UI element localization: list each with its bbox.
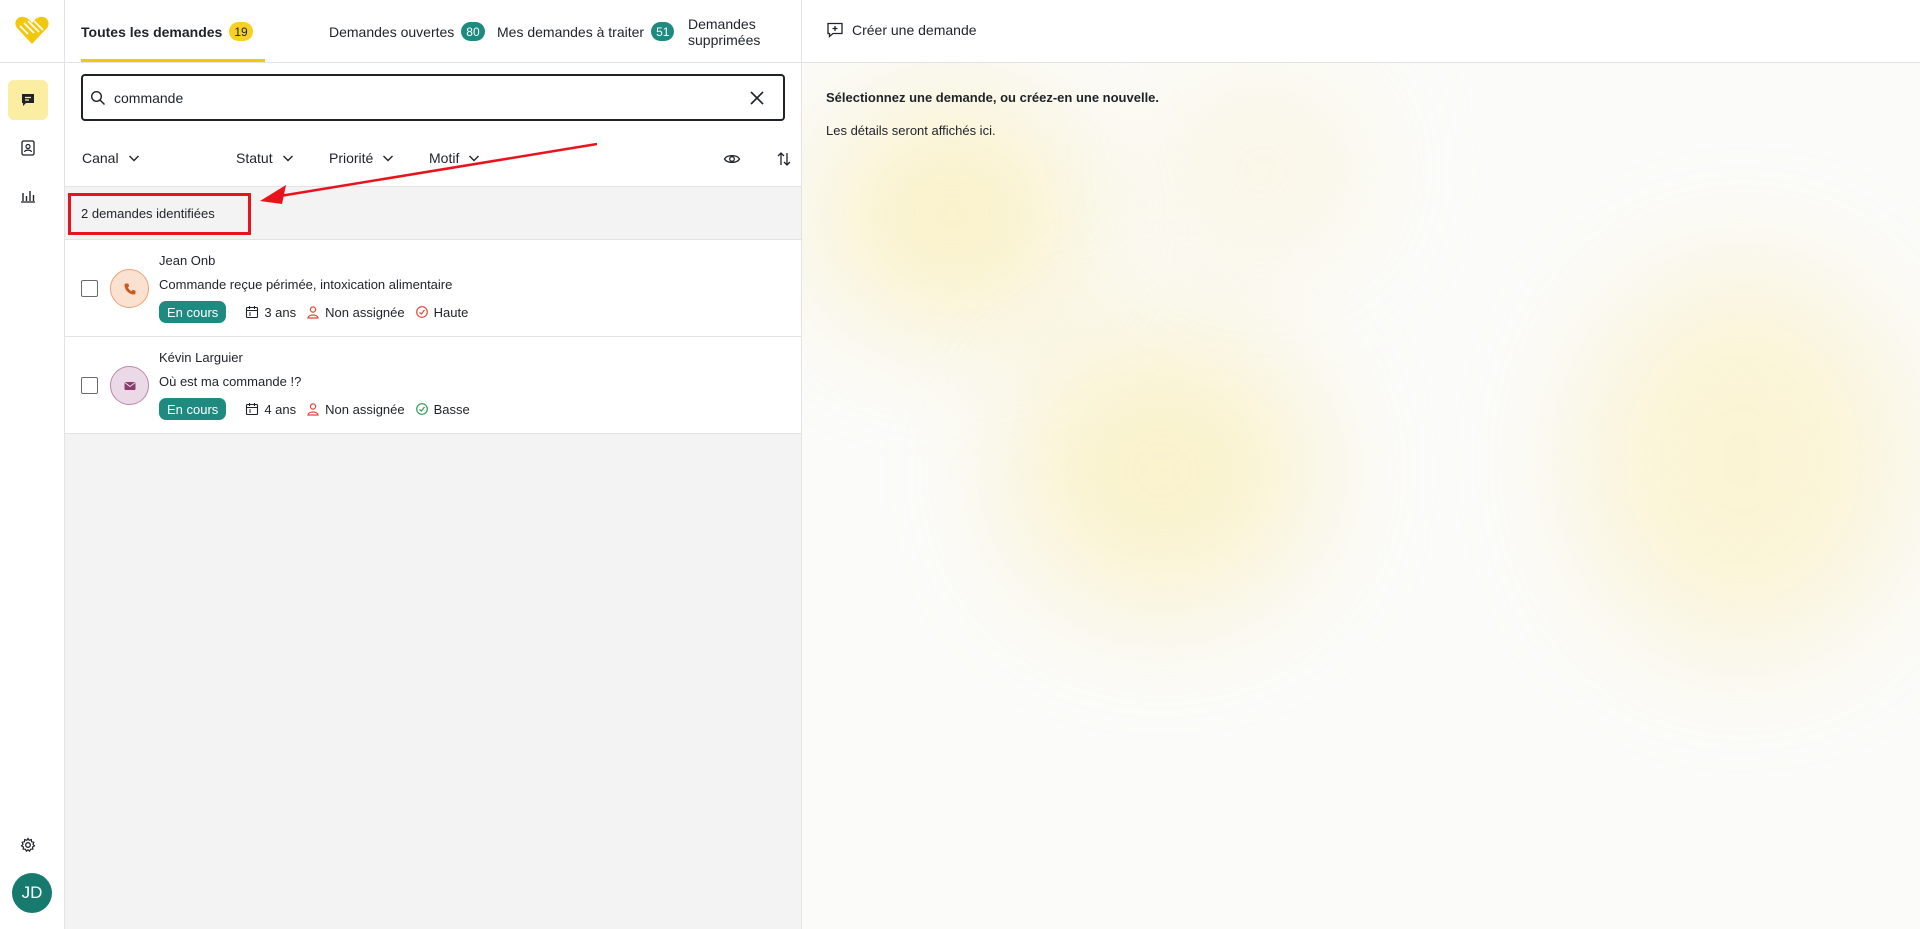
assignee-label: Non assignée [325, 401, 405, 417]
chevron-down-icon [128, 155, 139, 162]
results-count: 2 demandes identifiées [81, 206, 215, 221]
left-rail: JD [0, 0, 65, 929]
priority-high-icon [415, 306, 428, 318]
tab-all-requests[interactable]: Toutes les demandes 19 [81, 0, 253, 63]
row-checkbox[interactable] [81, 377, 98, 394]
view-toggle-button[interactable] [721, 148, 743, 170]
add-message-icon [827, 22, 843, 38]
request-subject: Où est ma commande !? [159, 374, 302, 389]
requester-name: Jean Onb [159, 253, 216, 268]
chat-icon [22, 94, 34, 106]
request-priority: Haute [415, 304, 469, 320]
filter-label: Statut [236, 150, 273, 166]
background-glow [1582, 270, 1902, 650]
sort-button[interactable] [773, 148, 795, 170]
tab-label: Demandes supprimées [688, 15, 761, 48]
filter-channel[interactable]: Canal [82, 143, 140, 173]
search-and-filters: Canal Statut Priorité Motif [65, 63, 844, 186]
channel-badge [110, 366, 149, 405]
user-avatar[interactable]: JD [12, 873, 52, 913]
row-checkbox[interactable] [81, 280, 98, 297]
request-priority: Basse [415, 402, 470, 417]
tab-count-badge: 51 [651, 22, 675, 41]
search-input[interactable] [114, 89, 747, 106]
request-subject: Commande reçue périmée, intoxication ali… [159, 277, 453, 292]
chevron-down-icon [383, 155, 394, 162]
filter-status[interactable]: Statut [236, 143, 294, 173]
contact-book-icon [21, 140, 35, 156]
request-detail-panel: Créer une demande Sélectionnez une deman… [802, 0, 1920, 929]
age-label: 3 ans [264, 304, 297, 320]
gear-icon [20, 837, 36, 853]
rail-stats-button[interactable] [8, 176, 48, 216]
filter-priority[interactable]: Priorité [329, 143, 394, 173]
clear-search-icon[interactable] [747, 88, 767, 108]
bar-chart-icon [21, 191, 35, 203]
background-glow [1162, 80, 1362, 260]
logo-icon[interactable] [14, 14, 50, 46]
unassigned-user-icon [307, 403, 319, 416]
eye-icon [723, 154, 741, 164]
app: JD Toutes les demandes 19 Demandes ouver… [0, 0, 1920, 929]
create-request-label: Créer une demande [852, 22, 977, 38]
status-badge: En cours [159, 398, 227, 420]
rail-divider [0, 62, 64, 63]
age-label: 4 ans [264, 401, 297, 417]
request-age: 3 ans [245, 305, 296, 320]
background-glow [1012, 330, 1312, 610]
unassigned-user-icon [307, 306, 319, 319]
request-meta: En cours 4 ans Non assignée Basse [159, 398, 480, 420]
assignee-label: Non assignée [325, 304, 405, 320]
empty-state-title: Sélectionnez une demande, ou créez-en un… [826, 90, 1160, 105]
rail-requests-button[interactable] [8, 80, 48, 120]
empty-state-subtitle: Les détails seront affichés ici. [826, 123, 996, 138]
filter-bar: Canal Statut Priorité Motif [65, 143, 844, 173]
request-row[interactable]: Jean Onb Commande reçue périmée, intoxic… [65, 240, 801, 337]
chevron-down-icon [282, 155, 293, 162]
results-count-bar: 2 demandes identifiées [65, 186, 801, 240]
filter-reason[interactable]: Motif [429, 143, 480, 173]
tab-deleted-requests[interactable]: Demandes supprimées [688, 0, 801, 63]
chevron-down-icon [469, 155, 480, 162]
filter-label: Motif [429, 150, 460, 166]
tab-my-requests[interactable]: Mes demandes à traiter 51 [497, 0, 675, 63]
request-row[interactable]: Kévin Larguier Où est ma commande !? En … [65, 337, 801, 434]
create-request-button[interactable]: Créer une demande [826, 21, 977, 39]
search-icon [90, 90, 106, 105]
tab-label: Demandes ouvertes [329, 23, 455, 40]
request-list: Jean Onb Commande reçue périmée, intoxic… [65, 240, 801, 434]
phone-icon [124, 283, 135, 294]
search-box[interactable] [81, 74, 785, 121]
mail-icon [123, 381, 136, 390]
priority-label: Basse [433, 401, 470, 417]
tab-count-badge: 19 [229, 22, 253, 41]
request-list-panel: Toutes les demandes 19 Demandes ouvertes… [65, 0, 844, 929]
priority-low-icon [415, 403, 428, 415]
filter-label: Canal [82, 150, 119, 166]
tabs-bar: Toutes les demandes 19 Demandes ouvertes… [65, 0, 801, 63]
rail-contacts-button[interactable] [8, 128, 48, 168]
detail-header: Créer une demande [802, 0, 1920, 63]
request-assignee: Non assignée [306, 305, 405, 320]
tab-label: Mes demandes à traiter [497, 23, 645, 40]
tab-count-badge: 80 [461, 22, 485, 41]
filter-label: Priorité [329, 150, 374, 166]
tab-label: Toutes les demandes [81, 23, 223, 40]
requester-name: Kévin Larguier [159, 350, 243, 365]
rail-settings-button[interactable] [8, 825, 48, 865]
active-tab-indicator [81, 59, 265, 62]
tab-open-requests[interactable]: Demandes ouvertes 80 [329, 0, 485, 63]
priority-label: Haute [433, 304, 469, 320]
request-age: 4 ans [245, 402, 296, 417]
channel-badge [110, 269, 149, 308]
status-badge: En cours [159, 301, 227, 323]
calendar-icon [246, 306, 259, 319]
calendar-icon [246, 403, 259, 416]
request-meta: En cours 3 ans Non assignée Haute [159, 301, 478, 323]
request-assignee: Non assignée [306, 402, 405, 417]
sort-icon [777, 152, 791, 166]
